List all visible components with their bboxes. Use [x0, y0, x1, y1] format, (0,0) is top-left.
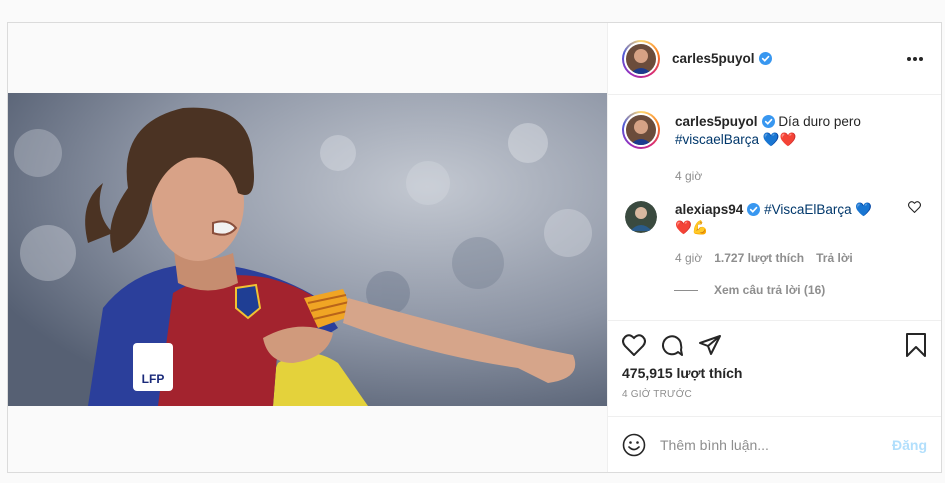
- comment-emojis: 💙: [855, 202, 873, 217]
- verified-badge-icon: [758, 52, 772, 65]
- instagram-post: LFP carles5puyol carles5puyol Día duro p…: [7, 22, 942, 473]
- comment-hashtag[interactable]: #ViscaElBarça: [764, 202, 852, 217]
- comment-likes[interactable]: 1.727 lượt thích: [714, 249, 804, 267]
- view-replies-button[interactable]: Xem câu trả lời (16): [674, 283, 927, 297]
- caption-avatar[interactable]: [622, 111, 660, 149]
- verified-badge-icon: [761, 115, 775, 128]
- comment-meta: 4 giờ 1.727 lượt thích Trả lời: [675, 249, 905, 267]
- emoji-icon[interactable]: [622, 433, 646, 457]
- replies-divider: [674, 289, 698, 291]
- caption-time[interactable]: 4 giờ: [675, 167, 702, 185]
- caption-hashtag[interactable]: #viscaelBarça: [675, 132, 759, 147]
- comment-time[interactable]: 4 giờ: [675, 249, 702, 267]
- share-icon[interactable]: [698, 333, 722, 357]
- comment-body: alexiaps94 #ViscaElBarça 💙 ❤️💪 4 giờ 1.7…: [675, 201, 905, 267]
- action-icons: [622, 333, 927, 357]
- view-replies-label[interactable]: Xem câu trả lời (16): [714, 283, 825, 297]
- comment-username[interactable]: alexiaps94: [675, 202, 743, 217]
- avatar-image: [626, 115, 656, 145]
- post-sidebar: carles5puyol carles5puyol Día duro pero …: [607, 23, 941, 472]
- post-comment-button[interactable]: Đăng: [892, 437, 927, 453]
- comment-reply-button[interactable]: Trả lời: [816, 249, 853, 267]
- bookmark-icon[interactable]: [905, 333, 927, 357]
- verified-badge-icon: [747, 203, 761, 216]
- heart-icon[interactable]: [622, 334, 646, 356]
- comment-input[interactable]: [660, 436, 892, 453]
- caption: carles5puyol Día duro pero #viscaelBarça…: [622, 111, 927, 185]
- comment-like-heart-icon[interactable]: [908, 201, 921, 213]
- comment-emojis-2: ❤️💪: [675, 220, 709, 235]
- avatar-image: [626, 43, 656, 74]
- post-timestamp[interactable]: 4 GIỜ TRƯỚC: [622, 389, 927, 400]
- caption-body: carles5puyol Día duro pero #viscaelBarça…: [675, 113, 905, 185]
- post-likes-count[interactable]: 475,915 lượt thích: [622, 365, 927, 381]
- caption-text: Día duro pero: [778, 114, 861, 129]
- add-comment-bar: Đăng: [608, 416, 941, 472]
- author-avatar[interactable]: [622, 39, 660, 78]
- comment-item: alexiaps94 #ViscaElBarça 💙 ❤️💪 4 giờ 1.7…: [622, 201, 927, 267]
- author-username[interactable]: carles5puyol: [672, 51, 755, 66]
- post-header: carles5puyol: [608, 23, 941, 95]
- post-photo[interactable]: LFP: [8, 93, 607, 406]
- caption-username[interactable]: carles5puyol: [675, 114, 758, 129]
- caption-meta: 4 giờ: [675, 167, 905, 185]
- comment-icon[interactable]: [660, 333, 684, 357]
- caption-emojis: 💙❤️: [762, 132, 797, 147]
- post-media: LFP: [8, 23, 607, 472]
- svg-text:LFP: LFP: [142, 372, 165, 386]
- commenter-avatar[interactable]: [625, 201, 657, 233]
- comments-section: carles5puyol Día duro pero #viscaelBarça…: [608, 95, 941, 320]
- more-options-icon[interactable]: [903, 53, 927, 65]
- player-photo: LFP: [8, 93, 607, 406]
- post-actions: 475,915 lượt thích 4 GIỜ TRƯỚC: [608, 320, 941, 416]
